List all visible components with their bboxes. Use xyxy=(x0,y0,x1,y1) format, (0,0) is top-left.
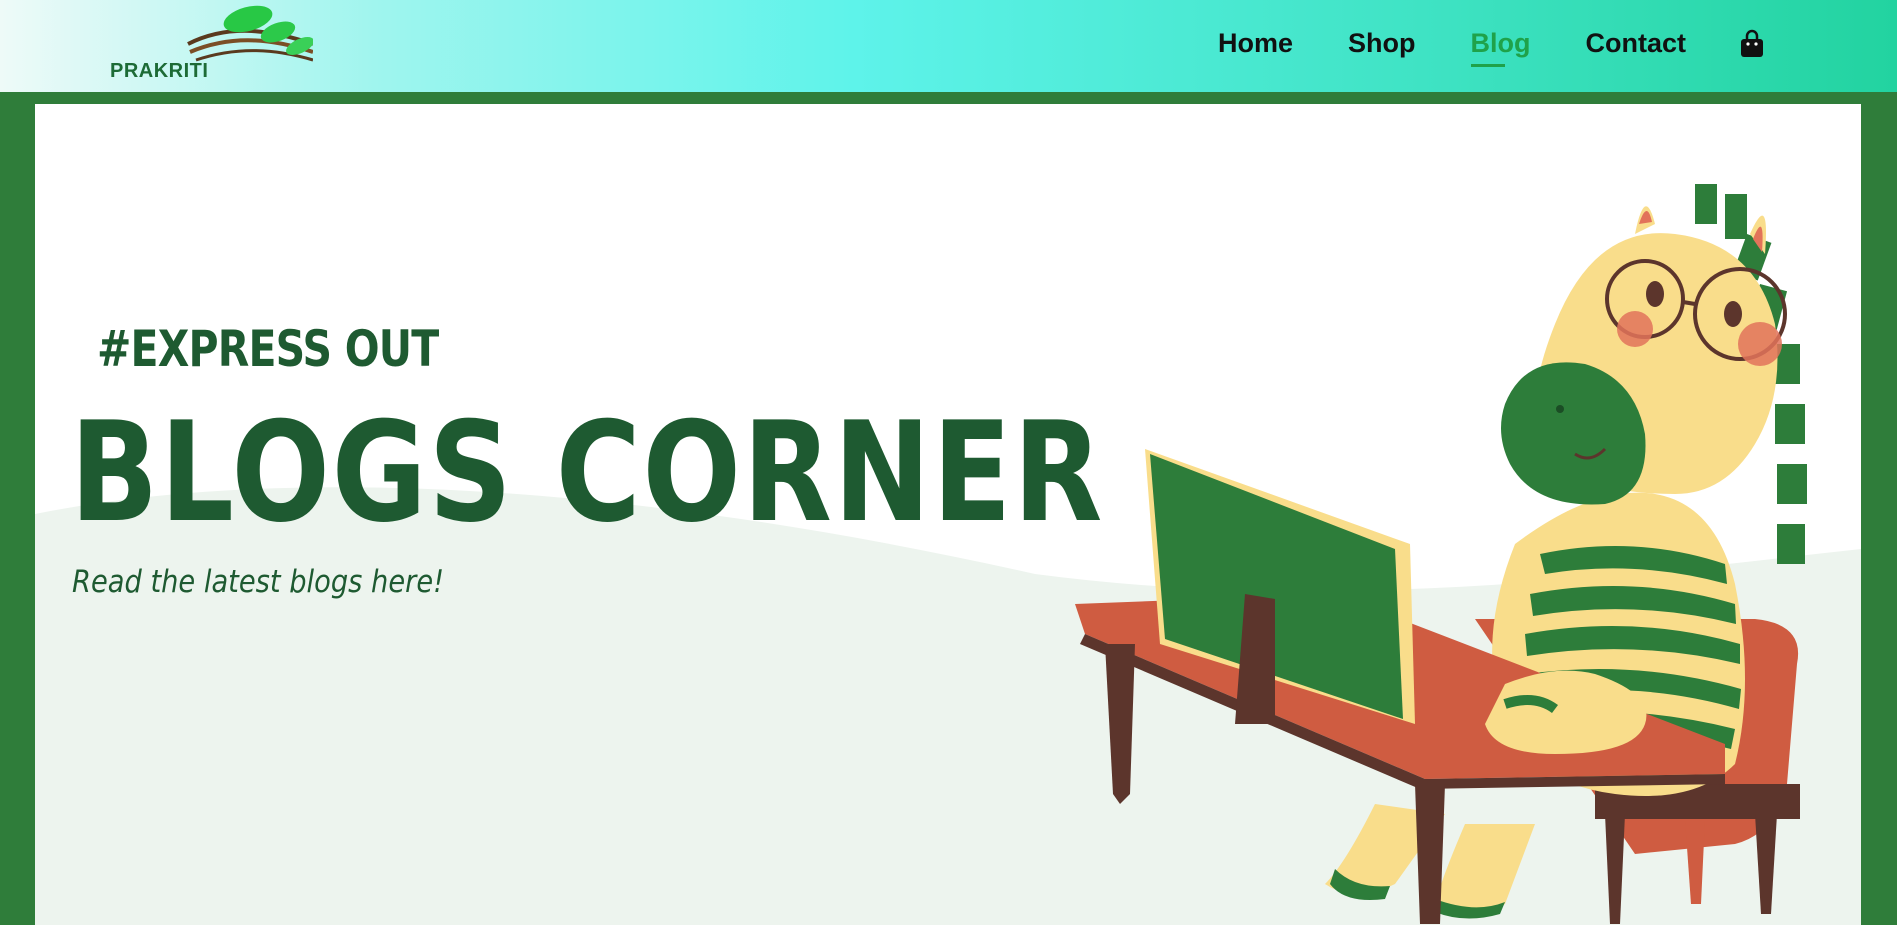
nav-home[interactable]: Home xyxy=(1218,28,1293,59)
main-nav: Home Shop Blog Contact xyxy=(1218,28,1765,67)
shopping-bag-icon[interactable] xyxy=(1739,29,1765,59)
zebra-at-computer-illustration xyxy=(1075,184,1807,924)
nav-contact[interactable]: Contact xyxy=(1586,28,1687,59)
page-title: BLOGS CORNER xyxy=(70,392,1105,553)
hero-subtitle: Read the latest blogs here! xyxy=(72,564,445,600)
logo-text: PRAKRITI xyxy=(110,60,209,82)
nav-blog[interactable]: Blog xyxy=(1470,28,1531,67)
hero-tagline: #EXPRESS OUT xyxy=(97,320,439,378)
nav-shop[interactable]: Shop xyxy=(1348,28,1416,59)
hero-banner: #EXPRESS OUT BLOGS CORNER Read the lates… xyxy=(35,104,1861,925)
site-header: PRAKRITI Home Shop Blog Contact xyxy=(0,0,1897,92)
